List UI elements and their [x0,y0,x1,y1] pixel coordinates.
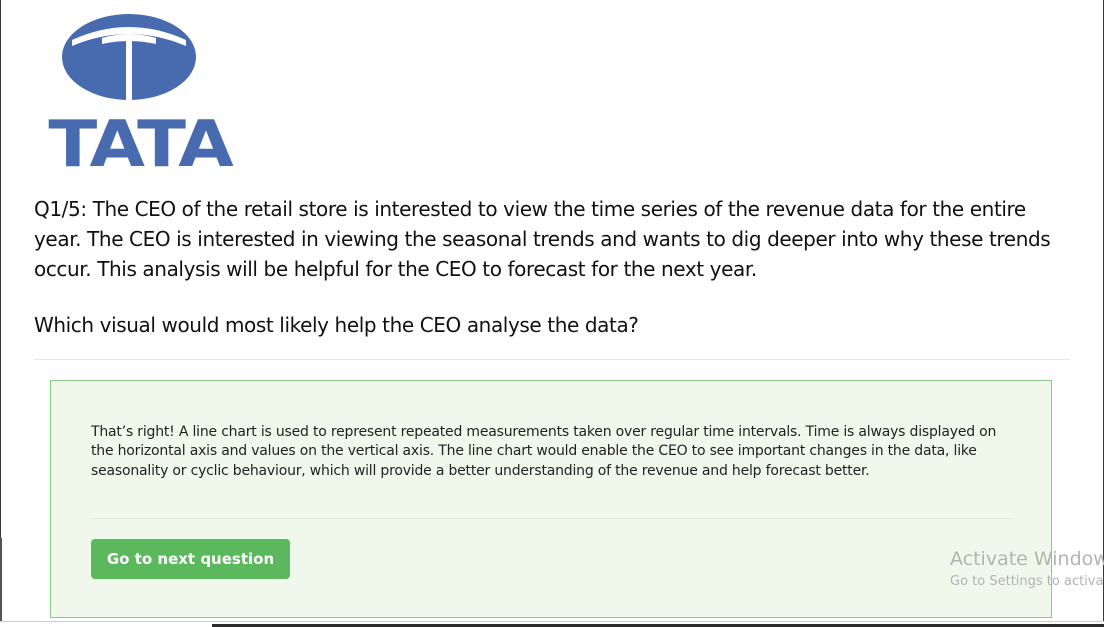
feedback-text: That’s right! A line chart is used to re… [91,424,997,479]
feedback-panel: That’s right! A line chart is used to re… [50,380,1052,618]
question-prompt: Which visual would most likely help the … [34,313,639,337]
logo-wordmark: TATA [48,108,233,182]
activate-windows-watermark: Activate Windows Go to Settings to activ… [940,540,1104,600]
left-edge-mark [0,538,2,627]
activate-windows-title: Activate Windows [950,548,1104,570]
question-text: Q1/5: The CEO of the retail store is int… [34,197,1051,281]
feedback-divider [91,518,1013,519]
tata-logo: TATA [38,8,234,177]
activate-windows-subtitle: Go to Settings to activate Windows. [950,574,1104,589]
section-divider [34,359,1070,360]
tata-logo-icon [62,14,196,102]
next-question-button[interactable]: Go to next question [91,539,290,579]
